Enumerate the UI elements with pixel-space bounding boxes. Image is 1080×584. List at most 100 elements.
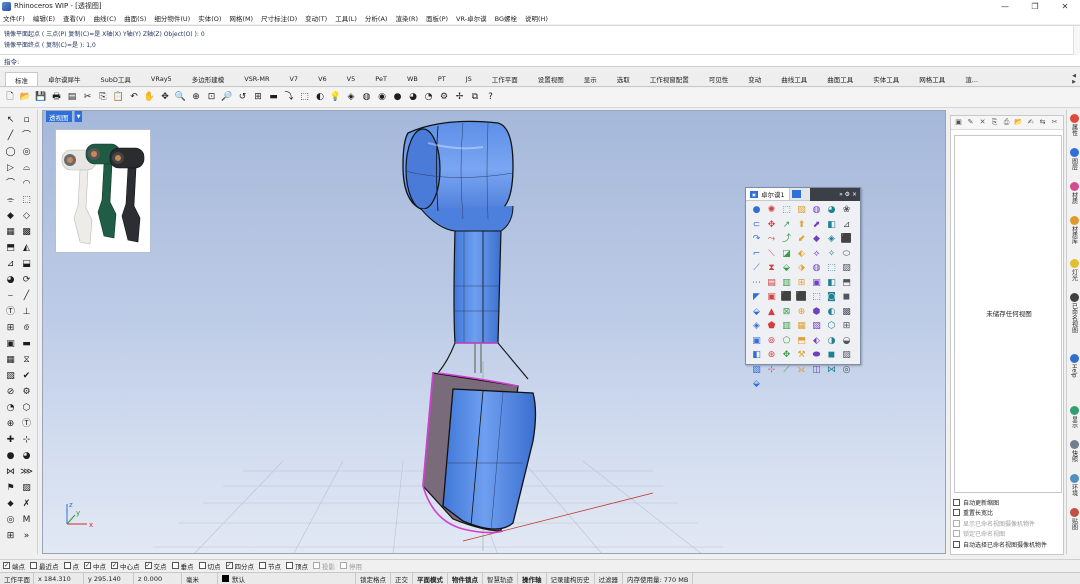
- save-icon[interactable]: 💾: [35, 91, 47, 104]
- palette-tool-icon[interactable]: ⬒: [795, 335, 808, 348]
- layer-icon[interactable]: ◈: [345, 91, 357, 104]
- copy-icon[interactable]: ⎘: [97, 91, 109, 104]
- palette-tool-icon[interactable]: ✺: [765, 204, 778, 217]
- left-tool-icon[interactable]: ╱: [20, 290, 33, 303]
- left-tool-icon[interactable]: ✚: [4, 434, 17, 447]
- palette-tool-icon[interactable]: ◧: [750, 349, 763, 362]
- palette-tool-icon[interactable]: ✥: [765, 219, 778, 232]
- toolbar-tab[interactable]: V6: [308, 72, 337, 86]
- cut-icon[interactable]: ✂: [82, 91, 94, 104]
- units-indicator[interactable]: 毫米: [182, 572, 218, 584]
- undo-view-icon[interactable]: ↺: [237, 91, 249, 104]
- zoom-extents-icon[interactable]: ⊡: [206, 91, 218, 104]
- toolbar-tab[interactable]: 变动: [738, 72, 771, 86]
- left-tool-icon[interactable]: Ⓣ: [20, 418, 33, 431]
- close-button[interactable]: ✕: [1050, 0, 1080, 12]
- palette-tool-icon[interactable]: ◤: [750, 291, 763, 304]
- named-view-tool-icon[interactable]: ⇆: [1038, 118, 1047, 127]
- zoom-selected-icon[interactable]: 🔎: [221, 91, 233, 104]
- left-tool-icon[interactable]: ▧: [4, 370, 17, 383]
- palette-tool-icon[interactable]: ▣: [750, 335, 763, 348]
- palette-tool-icon[interactable]: ⋈: [825, 364, 838, 377]
- second-tab-icon[interactable]: [791, 190, 801, 198]
- env-sphere-icon[interactable]: ◔: [423, 91, 435, 104]
- named-view-tool-icon[interactable]: ✕: [978, 118, 987, 127]
- new-file-icon[interactable]: 🗋: [4, 91, 16, 104]
- set-view-icon[interactable]: ⤵: [283, 91, 295, 104]
- palette-tool-icon[interactable]: ⊕: [795, 306, 808, 319]
- left-tool-icon[interactable]: ⬚: [20, 194, 33, 207]
- palette-tool-icon[interactable]: ◆: [810, 233, 823, 246]
- palette-tool-icon[interactable]: ▩: [840, 306, 853, 319]
- palette-tool-icon[interactable]: ⊞: [840, 320, 853, 333]
- material-sphere-icon[interactable]: ●: [392, 91, 404, 104]
- palette-tool-icon[interactable]: ⧗: [765, 262, 778, 275]
- palette-tool-icon[interactable]: ▤: [765, 277, 778, 290]
- toolbar-tab[interactable]: PeT: [365, 72, 397, 86]
- left-tool-icon[interactable]: ⌒: [4, 178, 17, 191]
- left-tool-icon[interactable]: ▣: [4, 338, 17, 351]
- zoom-icon[interactable]: 🔍: [175, 91, 187, 104]
- palette-tool-icon[interactable]: ⊛: [765, 349, 778, 362]
- palette-tool-icon[interactable]: ⬋: [795, 233, 808, 246]
- toolbar-tab[interactable]: 网格工具: [909, 72, 955, 86]
- palette-tool-icon[interactable]: ⊞: [795, 277, 808, 290]
- palette-tool-icon[interactable]: ▦: [795, 320, 808, 333]
- menu-item[interactable]: 说明(H): [525, 13, 548, 23]
- left-tool-icon[interactable]: ◕: [4, 274, 17, 287]
- osnap-toggle[interactable]: 节点: [259, 561, 281, 571]
- left-tool-icon[interactable]: ◎: [20, 146, 33, 159]
- left-tool-icon[interactable]: ◔: [4, 402, 17, 415]
- palette-tool-icon[interactable]: ✧: [825, 248, 838, 261]
- palette-tool-icon[interactable]: ▧: [795, 204, 808, 217]
- left-tool-icon[interactable]: ◕: [20, 450, 33, 463]
- command-input[interactable]: [21, 55, 322, 66]
- left-tool-icon[interactable]: ⋈: [4, 466, 17, 479]
- palette-tool-icon[interactable]: ⟗: [795, 364, 808, 377]
- palette-tool-icon[interactable]: ◎: [840, 364, 853, 377]
- palette-tool-icon[interactable]: ◒: [840, 335, 853, 348]
- floating-panel-controls[interactable]: » ⚙ ×: [810, 188, 860, 201]
- paste-icon[interactable]: 📋: [113, 91, 125, 104]
- palette-tool-icon[interactable]: ◕: [825, 204, 838, 217]
- palette-tool-icon[interactable]: ⬆: [795, 219, 808, 232]
- floating-toolbar-panel[interactable]: ▣ 卓尔谟1 » ⚙ × ● ✺ ⬚ ▧ ◍ ◕ ❀ ⊂ ✥ ↗ ⬆ ⬈ ◧ ⊿ ↷ ⤳ ⤴ ⬋ ◆ ◈ ⬛ ⌐ ⟍ ◪ ⬖ ⟡ ✧…: [745, 187, 861, 389]
- palette-tool-icon[interactable]: ◫: [810, 364, 823, 377]
- toolbar-tab[interactable]: 工作视窗配置: [640, 72, 699, 86]
- left-tool-icon[interactable]: ◭: [20, 242, 33, 255]
- toolbar-tab[interactable]: SubD工具: [91, 72, 141, 86]
- left-tool-icon[interactable]: ⊹: [20, 434, 33, 447]
- render-icon[interactable]: ◍: [361, 91, 373, 104]
- palette-tool-icon[interactable]: ◈: [825, 233, 838, 246]
- left-tool-icon[interactable]: ⌯: [4, 194, 17, 207]
- left-tool-icon[interactable]: ⟳: [20, 274, 33, 287]
- floating-panel-titlebar[interactable]: ▣ 卓尔谟1 » ⚙ ×: [746, 188, 860, 201]
- palette-tool-icon[interactable]: ⬗: [795, 262, 808, 275]
- checkbox[interactable]: [30, 562, 37, 569]
- checkbox[interactable]: [953, 498, 960, 506]
- left-tool-icon[interactable]: ⊥: [20, 306, 33, 319]
- palette-tool-icon[interactable]: ⚒: [795, 349, 808, 362]
- palette-tool-icon[interactable]: ↷: [750, 233, 763, 246]
- gumball-icon[interactable]: ✢: [454, 91, 466, 104]
- menu-item[interactable]: 渲染(R): [395, 13, 418, 23]
- status-mode-toggle[interactable]: 正交: [391, 572, 413, 584]
- palette-tool-icon[interactable]: ⟋: [780, 364, 793, 377]
- left-tool-icon[interactable]: ⊕: [4, 418, 17, 431]
- palette-tool-icon[interactable]: ↗: [780, 219, 793, 232]
- left-tool-icon[interactable]: ◎: [4, 514, 17, 527]
- palette-tool-icon[interactable]: ▲: [765, 306, 778, 319]
- viewport-menu-button[interactable]: ▼: [74, 111, 82, 122]
- cplane-icon[interactable]: ▬: [268, 91, 280, 104]
- toolbar-tab[interactable]: 曲面工具: [817, 72, 863, 86]
- menu-item[interactable]: VR-卓尔谟: [456, 13, 487, 23]
- left-tool-icon[interactable]: ▫: [20, 114, 33, 127]
- current-layer[interactable]: 默认: [218, 572, 356, 584]
- toolbar-tab[interactable]: 设置视图: [528, 72, 574, 86]
- toolbar-tab[interactable]: 选取: [607, 72, 640, 86]
- palette-tool-icon[interactable]: ⬢: [810, 306, 823, 319]
- osnap-toggle[interactable]: 点: [63, 561, 79, 571]
- panel-tab[interactable]: 属性: [1068, 114, 1080, 136]
- checkbox[interactable]: ✓: [3, 562, 10, 569]
- palette-tool-icon[interactable]: ⟡: [810, 248, 823, 261]
